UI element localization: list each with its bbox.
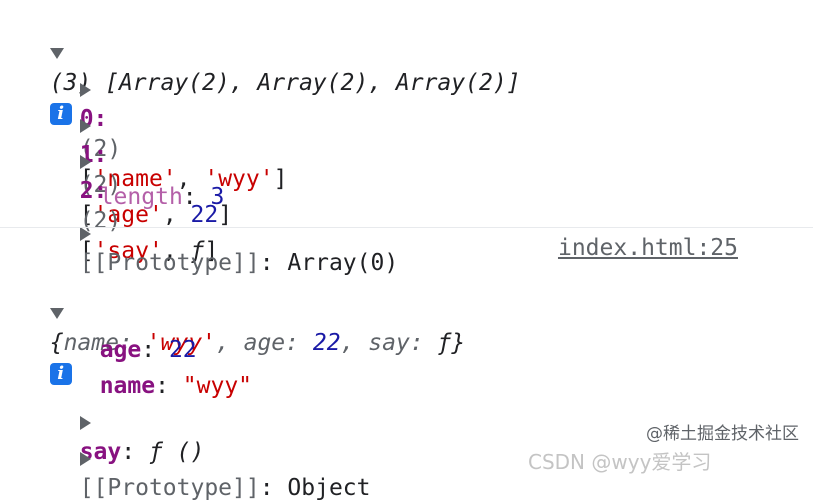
prototype-value: Object xyxy=(287,475,371,501)
array-prototype-row[interactable]: [[Prototype]]: Array(0) xyxy=(52,188,398,278)
watermark: @稀土掘金技术社区 xyxy=(646,424,799,444)
partial-watermark: CSDN @wyy爱学习 xyxy=(528,450,712,474)
prototype-key: [[Prototype]] xyxy=(79,475,260,501)
expand-arrow-icon[interactable] xyxy=(49,308,64,319)
source-link[interactable]: index.html:25 xyxy=(558,233,738,263)
log-divider xyxy=(0,227,813,228)
object-prototype-row[interactable]: [[Prototype]]: Object xyxy=(52,413,371,503)
brace: { xyxy=(49,330,64,356)
value: 22 xyxy=(312,330,341,356)
key: say xyxy=(368,330,410,356)
brace: } xyxy=(451,330,466,356)
function-value: ƒ xyxy=(437,330,452,356)
collapsed-arrow-icon[interactable] xyxy=(79,226,91,241)
